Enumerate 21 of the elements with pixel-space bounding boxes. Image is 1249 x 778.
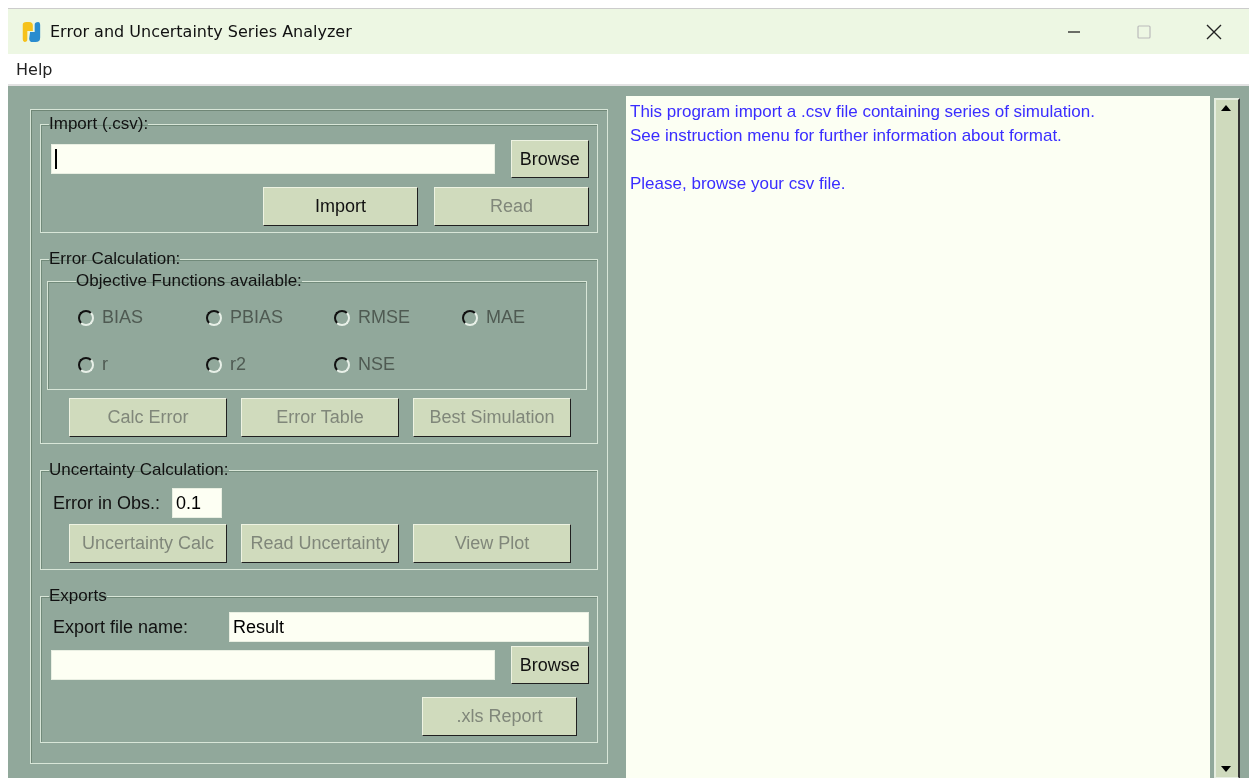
- output-line: Please, browse your csv file.: [630, 174, 846, 193]
- field-label: Export file name:: [52, 616, 190, 638]
- group-legend: Uncertainty Calculation:: [49, 460, 229, 480]
- scrollbar[interactable]: [1214, 98, 1240, 778]
- group-legend: Objective Functions available:: [76, 271, 302, 291]
- window-title: Error and Uncertainty Series Analyzer: [50, 22, 352, 41]
- group-legend: Import (.csv):: [49, 114, 149, 134]
- error-input-field[interactable]: 0.1: [172, 488, 223, 518]
- menu-item[interactable]: Help: [16, 59, 53, 79]
- action-button[interactable]: Import: [263, 187, 418, 226]
- export-path-field[interactable]: [51, 650, 495, 680]
- group-legend: Exports: [49, 586, 107, 606]
- output-line: This program import a .csv file containing series of simulation.: [630, 102, 1095, 121]
- output-line: See instruction menu for further information about format.: [630, 126, 1062, 145]
- file-name-field[interactable]: Result: [229, 612, 589, 642]
- file-path-field[interactable]: [51, 144, 495, 174]
- field-label: Error in Obs.:: [53, 492, 161, 514]
- group-legend: Error Calculation:: [49, 249, 181, 269]
- app-logo-icon: [20, 20, 42, 43]
- browse-button[interactable]: Browse: [510, 140, 589, 178]
- browse-button[interactable]: Browse: [510, 646, 589, 684]
